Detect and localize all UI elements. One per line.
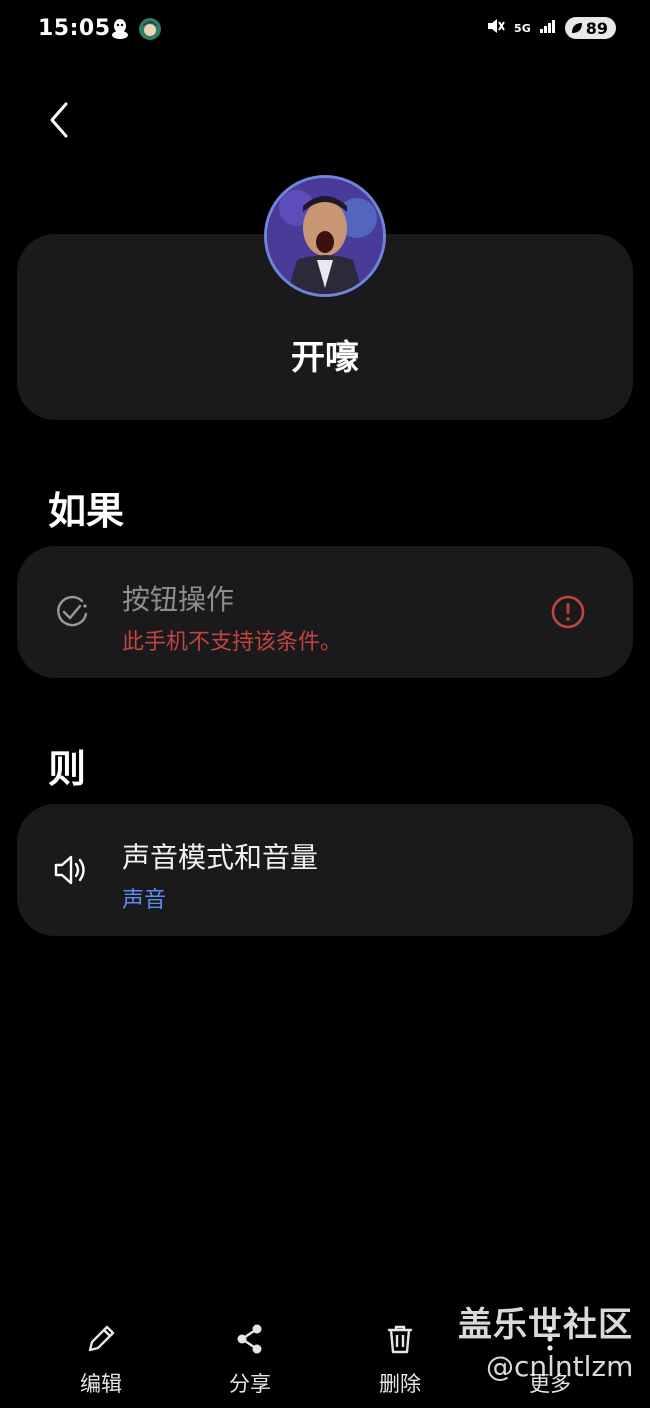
watermark-user: @cnlntlzm (486, 1350, 634, 1383)
battery-level: 89 (585, 18, 608, 38)
avatar-image (267, 178, 383, 294)
share-label: 分享 (229, 1372, 271, 1396)
button-action-icon (52, 592, 92, 632)
action-title: 声音模式和音量 (122, 841, 319, 874)
speaker-icon (52, 850, 92, 890)
routine-avatar[interactable] (264, 175, 386, 297)
app-notification-icon (138, 17, 162, 45)
status-system-icons: 5G 89 (486, 16, 616, 40)
trash-icon (383, 1325, 417, 1360)
signal-icon (539, 18, 557, 38)
back-button[interactable] (46, 100, 74, 140)
status-time: 15:05 (38, 16, 111, 41)
if-section-title: 如果 (48, 489, 125, 533)
condition-error: 此手机不支持该条件。 (122, 630, 343, 655)
condition-card[interactable] (17, 546, 633, 678)
status-notification-icons (110, 17, 162, 45)
action-subtitle: 声音 (122, 888, 167, 913)
condition-title: 按钮操作 (122, 583, 235, 616)
qq-notification-icon (110, 18, 130, 44)
share-button[interactable]: 分享 (205, 1322, 295, 1398)
network-type: 5G (514, 21, 531, 35)
pencil-icon (84, 1325, 118, 1360)
routine-name[interactable]: 开嚎 (0, 330, 650, 379)
edit-label: 编辑 (80, 1372, 122, 1396)
edit-button[interactable]: 编辑 (56, 1322, 146, 1398)
battery-leaf-icon (571, 19, 583, 38)
delete-button[interactable]: 删除 (355, 1322, 445, 1398)
action-card[interactable] (17, 804, 633, 936)
share-icon (233, 1324, 267, 1360)
delete-label: 删除 (379, 1372, 421, 1396)
mute-icon (486, 16, 506, 40)
warning-icon (550, 594, 586, 634)
battery-indicator: 89 (564, 17, 616, 39)
chevron-left-icon (50, 102, 68, 138)
watermark-brand: 盖乐世社区 (458, 1305, 633, 1345)
then-section-title: 则 (48, 747, 87, 791)
